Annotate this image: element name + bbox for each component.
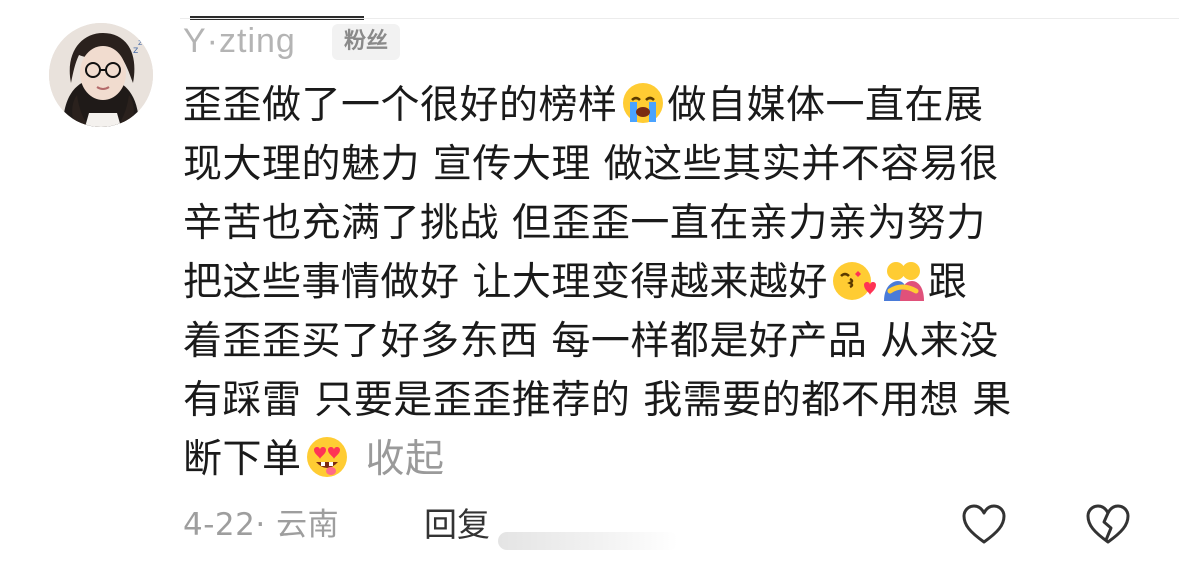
comment-text: 把这些事情做好 让大理变得越来越好 [183,260,828,305]
collapse-link[interactable]: 收起 [366,437,445,482]
comment-text: 现大理的魅力 宣传大理 做这些其实并不容易很 [183,142,999,187]
reply-button[interactable]: 回复 [424,500,490,550]
heart-eyes-tongue-face-emoji-icon [304,434,350,480]
loudly-crying-face-emoji-icon [620,80,666,126]
comment-meta: 4-22· 云南 [183,500,339,550]
face-blowing-kiss-emoji-icon [830,257,876,303]
comment-text: 断下单 [183,437,302,482]
avatar-photo-icon: z z [49,23,153,127]
fan-badge: 粉丝 [332,24,401,60]
comment-line: 辛苦也充满了挑战 但歪歪一直在亲力亲为努力 [183,194,1133,253]
comment-text: 跟 [927,260,968,305]
comment-line: 现大理的魅力 宣传大理 做这些其实并不容易很 [183,135,1133,194]
top-divider [180,18,1179,19]
comment-line: 把这些事情做好 让大理变得越来越好 跟 [183,253,1133,312]
comment-text: 辛苦也充满了挑战 但歪歪一直在亲力亲为努力 [183,201,986,246]
like-button[interactable] [960,502,1008,546]
avatar[interactable]: z z [49,23,153,127]
username[interactable]: Y·zting [183,20,296,62]
dislike-button[interactable] [1084,502,1132,546]
broken-heart-icon [1086,504,1130,544]
comment-line: 断下单 收起 [183,430,1133,489]
comment-text: 有踩雷 只要是歪歪推荐的 我需要的都不用想 果 [183,378,1012,423]
comment-line: 着歪歪买了好多东西 每一样都是好产品 从来没 [183,312,1133,371]
comment-body: 歪歪做了一个很好的榜样 做自媒体一直在展现大理的魅力 宣传大理 做这些其实并不容易… [183,76,1133,489]
comment-line: 有踩雷 只要是歪歪推荐的 我需要的都不用想 果 [183,371,1133,430]
comment-text: 着歪歪买了好多东西 每一样都是好产品 从来没 [183,319,999,364]
people-hugging-emoji-icon [880,257,926,303]
heart-outline-icon [962,504,1006,544]
svg-text:z: z [138,38,142,47]
watermark [498,532,678,550]
comment-date: 4-22· [183,507,266,543]
comment-location: 云南 [276,507,340,543]
comment-text: 做自媒体一直在展 [667,83,984,128]
comment-text: 歪歪做了一个很好的榜样 [183,83,618,128]
comment-line: 歪歪做了一个很好的榜样 做自媒体一直在展 [183,76,1133,135]
